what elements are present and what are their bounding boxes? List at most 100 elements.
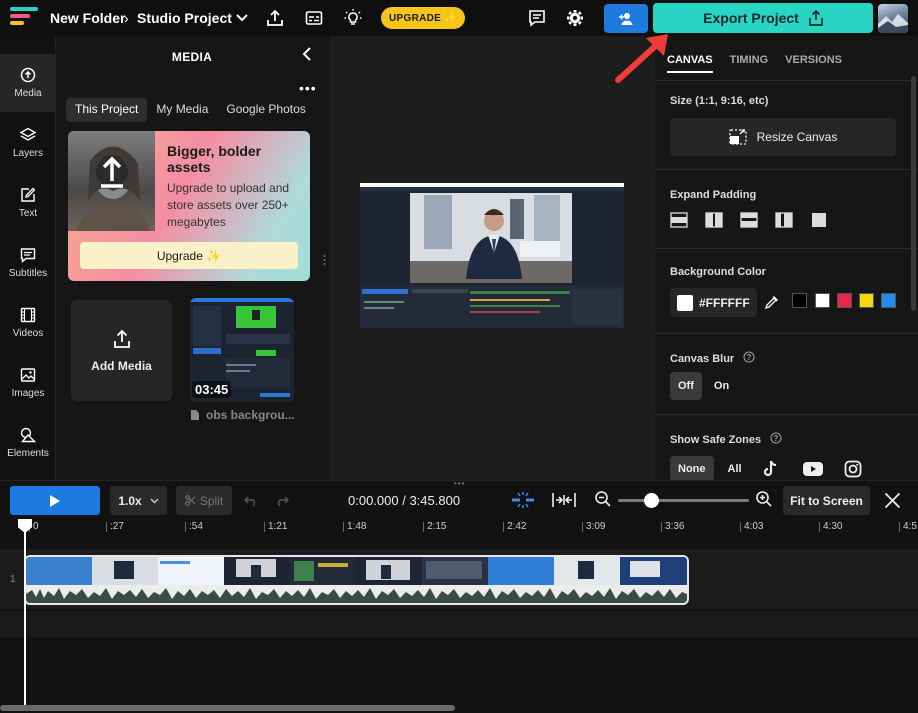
sidebar-item-images[interactable]: Images [0,354,56,412]
panel-resize-handle[interactable] [323,248,326,272]
eyedropper-icon[interactable] [764,295,779,314]
youtube-icon[interactable] [802,461,824,477]
padding-top-bottom-icon[interactable] [670,212,688,228]
collapse-panel-icon[interactable] [302,47,312,66]
blur-on-option[interactable]: On [706,372,737,400]
tab-google-photos[interactable]: Google Photos [217,98,314,122]
add-media-button[interactable]: Add Media [71,300,172,401]
color-swatch-yellow[interactable] [859,293,874,308]
safe-zone-none[interactable]: None [670,456,714,482]
sidebar-item-media[interactable]: Media [0,54,56,112]
subtitles-icon [20,248,36,263]
redo-icon[interactable] [275,494,289,512]
promo-description: Upgrade to upload and store assets over … [167,181,290,229]
tab-this-project[interactable]: This Project [66,98,148,122]
file-icon [191,410,199,420]
sidebar-item-subtitles[interactable]: Subtitles [0,234,56,292]
help-icon[interactable]: ? [743,351,755,363]
video-preview-frame[interactable] [360,183,624,328]
sidebar-item-videos[interactable]: Videos [0,294,56,352]
color-swatch-white[interactable] [815,293,830,308]
padding-left-right-icon[interactable] [705,212,723,228]
sidebar-item-layers[interactable]: Layers [0,114,56,172]
split-button[interactable]: Split [176,486,232,515]
upgrade-button[interactable]: UPGRADE ✨ [381,7,465,29]
timecode-display: 0:00.000 / 3:45.800 [348,493,461,508]
tiktok-icon[interactable] [762,459,780,479]
padding-bottom-icon[interactable] [740,212,758,228]
sidebar-item-label: Media [14,88,42,99]
ruler-tick: 4:30 [818,521,843,532]
media-file-thumbnail[interactable]: 03:45 [190,298,294,402]
zoom-out-icon[interactable] [594,490,612,513]
zoom-in-icon[interactable] [755,490,773,513]
playhead-line[interactable] [24,519,26,711]
panel-scrollbar[interactable] [911,76,916,311]
settings-gear-icon[interactable] [565,8,585,28]
zoom-slider-handle[interactable] [644,493,659,508]
canvas-preview-area[interactable] [330,36,654,480]
zoom-slider-track[interactable] [618,499,749,502]
color-swatch-blue[interactable] [881,293,896,308]
playback-speed-dropdown[interactable]: 1.0x [110,486,167,515]
padding-right-icon[interactable] [775,212,793,228]
breadcrumb-folder[interactable]: New Folder [50,10,125,26]
add-collaborator-button[interactable] [604,4,648,33]
app-window: New Folder › Studio Project UPGRADE ✨ Ex… [0,0,918,713]
ruler-tick: :27 [106,521,124,532]
divider [655,248,918,249]
media-icon [20,67,36,83]
color-swatch-black[interactable] [792,293,807,308]
captions-icon[interactable] [304,8,324,28]
timeline-horizontal-scrollbar[interactable] [0,705,455,711]
upload-icon[interactable] [265,8,285,28]
videos-icon [20,307,36,323]
color-preview-swatch [677,294,693,311]
instagram-icon[interactable] [844,460,862,478]
properties-tabs: CANVAS TIMING VERSIONS [667,54,842,73]
undo-icon[interactable] [244,494,258,512]
elements-icon [20,427,36,443]
ruler-tick: 4:03 [739,521,764,532]
video-clip[interactable] [24,555,689,605]
canvas-blur-text: Canvas Blur [670,353,735,365]
timeline-resize-handle[interactable]: ••• [454,479,465,488]
left-sidebar: Media Layers Text Subtitles Videos Image… [0,36,56,480]
safe-zone-all[interactable]: All [720,456,750,482]
project-name[interactable]: Studio Project [137,10,232,26]
scissors-icon [184,495,196,506]
color-swatch-red[interactable] [837,293,852,308]
fit-to-screen-button[interactable]: Fit to Screen [783,486,870,515]
user-avatar[interactable] [878,4,908,33]
comments-icon[interactable] [527,8,547,28]
layers-icon [20,127,36,141]
export-project-button[interactable]: Export Project [653,3,873,33]
close-timeline-icon[interactable] [884,492,901,514]
tab-versions[interactable]: VERSIONS [785,54,842,73]
padding-none-icon[interactable] [810,212,828,228]
tab-my-media[interactable]: My Media [147,98,217,122]
breadcrumb-separator: › [124,10,129,26]
promo-upgrade-button[interactable]: Upgrade ✨ [80,242,298,269]
media-file-name-row: obs backgrou... [190,408,295,422]
app-logo[interactable] [10,7,42,29]
lightbulb-icon[interactable] [343,8,363,28]
fit-clips-icon[interactable] [551,492,577,513]
chevron-down-icon[interactable] [232,8,252,28]
snap-magnet-icon[interactable] [510,491,536,514]
background-color-field[interactable]: #FFFFFF [670,288,757,317]
resize-canvas-icon [728,129,747,145]
add-media-label: Add Media [91,358,152,373]
resize-canvas-button[interactable]: Resize Canvas [670,118,896,156]
help-icon[interactable]: ? [770,432,782,444]
svg-text:?: ? [774,434,779,443]
ruler-tick: 0 [29,521,39,532]
tab-timing[interactable]: TIMING [730,54,769,73]
ruler-tick: :54 [185,521,203,532]
play-button[interactable] [10,486,100,515]
more-options-icon[interactable]: ••• [299,80,317,96]
ruler-tick: 4:5 [899,521,917,532]
blur-off-option[interactable]: Off [670,372,702,400]
sidebar-item-elements[interactable]: Elements [0,414,56,472]
sidebar-item-text[interactable]: Text [0,174,56,232]
